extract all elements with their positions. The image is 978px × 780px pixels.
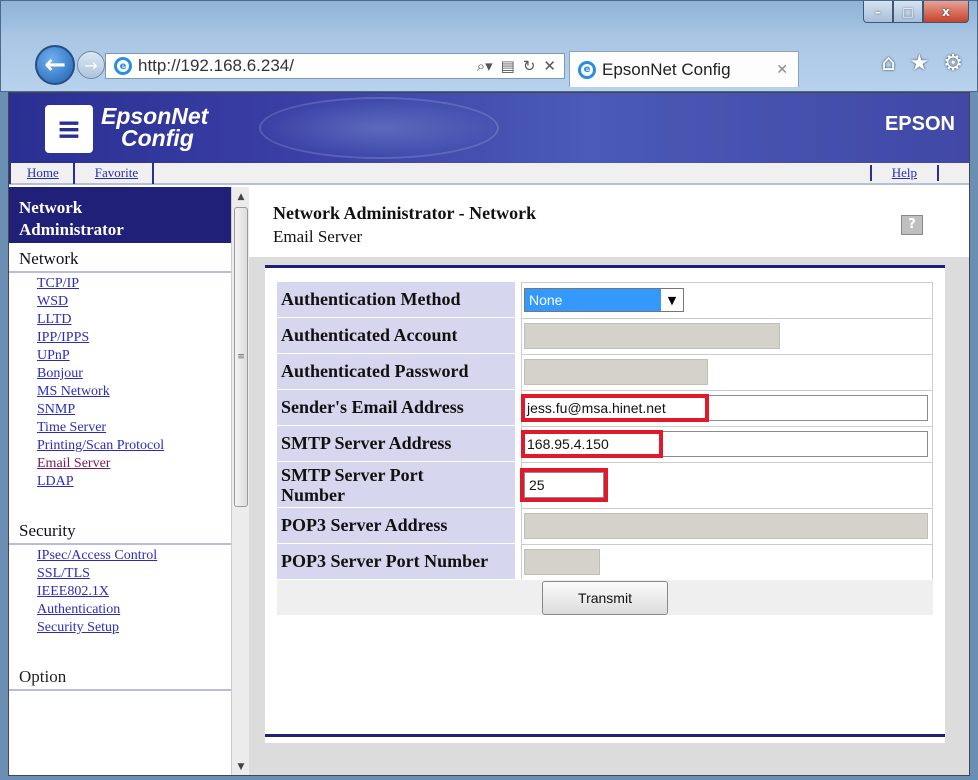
- pop3-server-address-input: [524, 513, 928, 539]
- gear-icon[interactable]: ⚙: [943, 51, 963, 76]
- sidebar-item-time-server[interactable]: Time Server: [37, 419, 237, 437]
- back-arrow-icon: ←: [44, 50, 66, 80]
- table-row: SMTP Server Port Number 25: [277, 462, 933, 508]
- scroll-down-icon[interactable]: ▼: [232, 759, 250, 775]
- field-label: Authentication Method: [277, 282, 521, 318]
- sidebar-item-authentication[interactable]: Authentication: [37, 601, 237, 619]
- sidebar-item-ssl-tls[interactable]: SSL/TLS: [37, 565, 237, 583]
- chevron-down-icon: ▼: [667, 293, 677, 307]
- sidebar-item-tcpip[interactable]: TCP/IP: [37, 275, 237, 293]
- address-bar[interactable]: e http://192.168.6.234/ ⌕▾ ▤ ↻ ✕: [105, 53, 565, 79]
- web-page: ≡ EpsonNet Config EPSON Home Favorite He…: [8, 92, 970, 776]
- sidebar-item-printing-scan[interactable]: Printing/Scan Protocol: [37, 437, 237, 455]
- smtp-server-port-input[interactable]: 25: [520, 468, 608, 502]
- search-icon[interactable]: ⌕▾: [477, 57, 493, 75]
- home-link[interactable]: Home: [11, 165, 73, 181]
- sidebar-item-snmp[interactable]: SNMP: [37, 401, 237, 419]
- field-label: Authenticated Account: [277, 318, 521, 354]
- favorite-link[interactable]: Favorite: [75, 165, 152, 181]
- browser-toolbar-right: ⌂ ★ ⚙: [882, 51, 963, 76]
- table-row: POP3 Server Port Number: [277, 544, 933, 580]
- authenticated-password-input: [524, 359, 708, 385]
- forward-button[interactable]: →: [77, 51, 105, 79]
- network-links: TCP/IP WSD LLTD IPP/IPPS UPnP Bonjour MS…: [9, 273, 237, 501]
- url-text[interactable]: http://192.168.6.234/: [138, 56, 477, 76]
- minimize-button[interactable]: –: [863, 1, 893, 23]
- field-label: POP3 Server Address: [277, 508, 521, 544]
- tab-ie-icon: e: [578, 60, 596, 79]
- sidebar-item-wsd[interactable]: WSD: [37, 293, 237, 311]
- close-window-button[interactable]: x: [923, 1, 969, 23]
- window-controls: – □ x: [863, 1, 969, 23]
- maximize-button[interactable]: □: [893, 1, 923, 23]
- main-content: Network Administrator - Network Email Se…: [249, 187, 969, 775]
- link-bar: Home Favorite Help: [9, 162, 969, 185]
- smtp-server-address-input[interactable]: 168.95.4.150: [521, 430, 928, 458]
- divider: [152, 162, 155, 184]
- sidebar-item-security-setup[interactable]: Security Setup: [37, 619, 237, 637]
- app-logo-text: EpsonNet Config: [101, 103, 209, 151]
- field-label: Authenticated Password: [277, 354, 521, 390]
- field-label: Sender's Email Address: [277, 390, 521, 426]
- field-label: SMTP Server Address: [277, 426, 521, 462]
- scroll-thumb[interactable]: ≡: [234, 207, 248, 507]
- sidebar-item-ipsec[interactable]: IPsec/Access Control: [37, 547, 237, 565]
- tab-title: EpsonNet Config: [602, 59, 731, 79]
- epsonnet-logo-icon: ≡: [45, 105, 93, 153]
- field-label: POP3 Server Port Number: [277, 544, 521, 580]
- pop3-server-port-input: [524, 549, 600, 575]
- sidebar-item-upnp[interactable]: UPnP: [37, 347, 237, 365]
- back-button[interactable]: ←: [35, 45, 75, 85]
- transmit-button[interactable]: Transmit: [542, 580, 668, 615]
- table-row: Authenticated Account: [277, 318, 933, 354]
- sidebar-item-ipp[interactable]: IPP/IPPS: [37, 329, 237, 347]
- sidebar-item-ldap[interactable]: LDAP: [37, 473, 237, 491]
- help-icon[interactable]: ?: [901, 215, 923, 235]
- sidebar: Network Administrator Network TCP/IP WSD…: [9, 187, 237, 775]
- compat-view-icon[interactable]: ▤: [501, 57, 515, 75]
- browser-chrome: – □ x ← → e http://192.168.6.234/ ⌕▾ ▤ ↻…: [0, 0, 978, 92]
- sidebar-item-email-server[interactable]: Email Server: [37, 455, 237, 473]
- sidebar-item-ms-network[interactable]: MS Network: [37, 383, 237, 401]
- table-row: POP3 Server Address: [277, 508, 933, 544]
- home-icon[interactable]: ⌂: [882, 51, 896, 76]
- content-header: Network Administrator - Network Email Se…: [249, 187, 969, 257]
- sidebar-title: Network Administrator: [9, 187, 237, 243]
- browser-tab[interactable]: e EpsonNet Config ✕: [569, 51, 799, 87]
- sidebar-item-ieee8021x[interactable]: IEEE802.1X: [37, 583, 237, 601]
- scroll-up-icon[interactable]: ▲: [232, 189, 250, 205]
- compass-graphic: [259, 97, 499, 159]
- sidebar-section-option: Option: [9, 661, 231, 691]
- sidebar-item-bonjour[interactable]: Bonjour: [37, 365, 237, 383]
- page-title: Network Administrator - Network: [273, 203, 537, 223]
- ie-icon: e: [114, 57, 132, 75]
- table-row: Sender's Email Address jess.fu@msa.hinet…: [277, 390, 933, 426]
- tab-close-icon[interactable]: ✕: [776, 62, 788, 78]
- settings-table: Authentication Method None ▼ Authenticat…: [277, 282, 933, 616]
- email-server-form: Authentication Method None ▼ Authenticat…: [265, 265, 945, 743]
- star-icon[interactable]: ★: [910, 51, 930, 76]
- forward-arrow-icon: →: [84, 55, 98, 75]
- table-row: Authenticated Password: [277, 354, 933, 390]
- sidebar-section-network: Network: [9, 243, 231, 273]
- sender-email-input[interactable]: jess.fu@msa.hinet.net: [521, 394, 928, 422]
- divider: [265, 734, 945, 737]
- table-row: Transmit: [277, 580, 933, 616]
- header-banner: ≡ EpsonNet Config EPSON: [9, 93, 969, 163]
- help-link[interactable]: Help: [869, 165, 939, 181]
- authentication-method-select[interactable]: None ▼: [524, 288, 684, 312]
- table-row: Authentication Method None ▼: [277, 282, 933, 318]
- stop-icon[interactable]: ✕: [543, 57, 556, 75]
- field-label: SMTP Server Port Number: [277, 462, 521, 508]
- sidebar-scrollbar[interactable]: ▲ ≡ ▼: [231, 187, 250, 775]
- sidebar-section-security: Security: [9, 515, 231, 545]
- brand-logo: EPSON: [884, 113, 955, 135]
- sidebar-item-lltd[interactable]: LLTD: [37, 311, 237, 329]
- authenticated-account-input: [524, 323, 780, 349]
- table-row: SMTP Server Address 168.95.4.150: [277, 426, 933, 462]
- refresh-icon[interactable]: ↻: [523, 57, 536, 75]
- security-links: IPsec/Access Control SSL/TLS IEEE802.1X …: [9, 545, 237, 647]
- page-subtitle: Email Server: [273, 227, 363, 246]
